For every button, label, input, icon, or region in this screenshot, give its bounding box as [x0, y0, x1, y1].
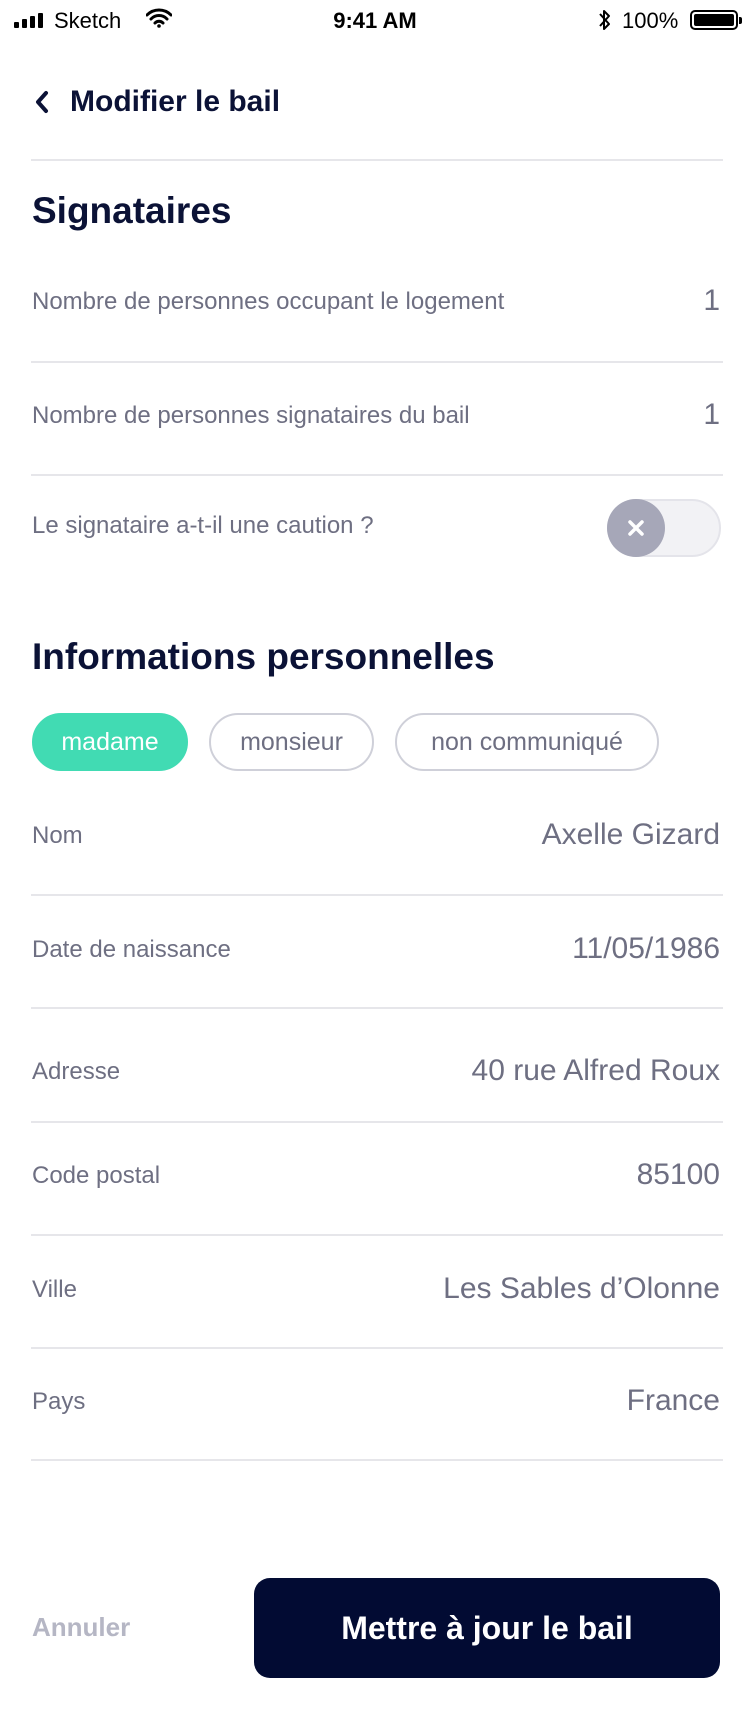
divider: [31, 1121, 723, 1123]
update-lease-button[interactable]: Mettre à jour le bail: [254, 1578, 720, 1678]
field-label-pays: Pays: [32, 1388, 86, 1415]
back-button[interactable]: Modifier le bail: [28, 80, 328, 124]
occupants-value[interactable]: 1: [703, 284, 720, 318]
section-title-signataires: Signataires: [32, 190, 232, 231]
section-title-personal: Informations personnelles: [32, 636, 495, 677]
divider: [31, 159, 723, 161]
caution-toggle[interactable]: [607, 499, 721, 557]
cancel-button[interactable]: Annuler: [32, 1612, 130, 1643]
divider: [31, 1347, 723, 1349]
chip-monsieur[interactable]: monsieur: [209, 713, 374, 771]
page-title: Modifier le bail: [70, 85, 281, 118]
field-label-date-naissance: Date de naissance: [32, 936, 231, 963]
field-value-pays[interactable]: France: [627, 1384, 720, 1418]
signers-value[interactable]: 1: [703, 398, 720, 432]
battery-icon: [690, 10, 742, 30]
occupants-label: Nombre de personnes occupant le logement: [32, 288, 505, 315]
close-icon: [628, 520, 644, 536]
field-label-nom: Nom: [32, 822, 83, 849]
field-value-code-postal[interactable]: 85100: [637, 1158, 720, 1192]
field-value-adresse[interactable]: 40 rue Alfred Roux: [472, 1054, 720, 1088]
field-label-adresse: Adresse: [32, 1058, 121, 1085]
divider: [31, 474, 723, 476]
divider: [31, 1234, 723, 1236]
field-value-nom[interactable]: Axelle Gizard: [542, 818, 720, 852]
divider: [31, 361, 723, 363]
chip-non-communique[interactable]: non communiqué: [395, 713, 659, 771]
divider: [31, 1459, 723, 1461]
chip-madame[interactable]: madame: [32, 713, 188, 771]
field-label-ville: Ville: [32, 1276, 77, 1303]
divider: [31, 894, 723, 896]
battery-percent: 100%: [622, 8, 679, 33]
field-label-code-postal: Code postal: [32, 1162, 161, 1189]
caution-label: Le signataire a-t-il une caution ?: [32, 512, 374, 539]
field-value-ville[interactable]: Les Sables d’Olonne: [443, 1272, 720, 1306]
signers-label: Nombre de personnes signataires du bail: [32, 402, 470, 429]
toggle-knob: [607, 499, 665, 557]
divider: [31, 1007, 723, 1009]
bluetooth-icon: [599, 10, 610, 30]
chevron-left-icon: [36, 91, 48, 113]
field-value-date-naissance[interactable]: 11/05/1986: [572, 932, 720, 966]
status-bar: Sketch 9:41 AM 100%: [0, 0, 750, 42]
